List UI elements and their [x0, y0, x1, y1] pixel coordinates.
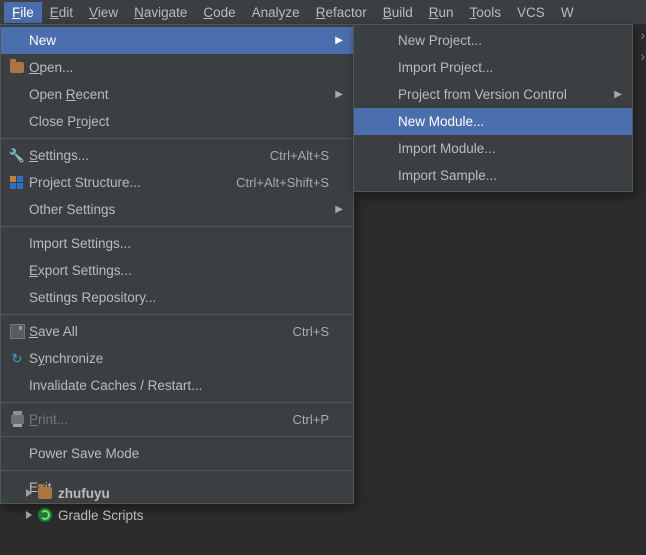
folder-icon — [38, 487, 52, 499]
tree-row-gradle[interactable]: Gradle Scripts — [26, 504, 144, 526]
shortcut-label: Ctrl+Alt+Shift+S — [236, 175, 329, 190]
menubar-item-view[interactable]: View — [81, 2, 126, 23]
file-menu-item-open[interactable]: Open... — [1, 54, 353, 81]
submenu-arrow-icon: ▶ — [329, 89, 343, 100]
new-submenu-item-import-project[interactable]: Import Project... — [354, 54, 632, 81]
shortcut-label: Ctrl+P — [293, 412, 329, 427]
file-menu-item-invalidate-caches-restart[interactable]: Invalidate Caches / Restart... — [1, 372, 353, 399]
menu-item-label: Open... — [29, 60, 329, 75]
shortcut-label: Ctrl+S — [293, 324, 329, 339]
tree-row-zhufuyu[interactable]: zhufuyu — [26, 482, 144, 504]
separator — [1, 226, 353, 227]
menu-item-label: Close Project — [29, 114, 329, 129]
file-menu-dropdown: New▶Open...Open Recent▶Close Project🔧Set… — [0, 24, 354, 504]
menu-item-label: Settings Repository... — [29, 290, 329, 305]
project-tree: zhufuyu Gradle Scripts — [26, 482, 144, 526]
separator — [1, 314, 353, 315]
menubar-item-refactor[interactable]: Refactor — [308, 2, 375, 23]
menubar-item-code[interactable]: Code — [195, 2, 243, 23]
menubar-item-navigate[interactable]: Navigate — [126, 2, 195, 23]
submenu-arrow-icon: ▶ — [329, 204, 343, 215]
menu-item-label: Power Save Mode — [29, 446, 329, 461]
file-menu-item-export-settings[interactable]: Export Settings... — [1, 257, 353, 284]
file-menu-item-power-save-mode[interactable]: Power Save Mode — [1, 440, 353, 467]
new-submenu: New Project... Import Project... Project f… — [353, 24, 633, 192]
new-submenu-item-new-project[interactable]: New Project... — [354, 27, 632, 54]
file-menu-item-new[interactable]: New▶ — [1, 27, 353, 54]
menu-item-label: New Project... — [398, 33, 608, 48]
menubar-item-edit[interactable]: Edit — [42, 2, 81, 23]
app-window: FileEditViewNavigateCodeAnalyzeRefactorB… — [0, 0, 646, 555]
menu-item-label: Settings... — [29, 148, 270, 163]
menubar-item-analyze[interactable]: Analyze — [244, 2, 308, 23]
menu-item-label: Project from Version Control — [398, 87, 608, 102]
submenu-arrow-icon: ▶ — [608, 89, 622, 100]
menubar-item-file[interactable]: File — [4, 2, 42, 23]
separator — [1, 402, 353, 403]
menu-item-label: Import Project... — [398, 60, 608, 75]
separator — [1, 138, 353, 139]
folder-icon — [7, 62, 27, 73]
menubar-item-vcs[interactable]: VCS — [509, 2, 553, 23]
menu-item-label: Import Sample... — [398, 168, 608, 183]
menu-item-label: Import Module... — [398, 141, 608, 156]
file-menu-item-synchronize[interactable]: ↻Synchronize — [1, 345, 353, 372]
disk-icon — [7, 324, 27, 339]
expand-arrow-icon — [26, 511, 32, 519]
submenu-arrow-icon: ▶ — [329, 35, 343, 46]
separator — [1, 436, 353, 437]
file-menu-item-close-project[interactable]: Close Project — [1, 108, 353, 135]
menu-item-label: Save All — [29, 324, 293, 339]
expand-arrow-icon — [26, 489, 32, 497]
separator — [1, 470, 353, 471]
new-submenu-item-import-sample[interactable]: Import Sample... — [354, 162, 632, 189]
new-submenu-item-new-module[interactable]: New Module... — [354, 108, 632, 135]
menubar-item-build[interactable]: Build — [375, 2, 421, 23]
wrench-icon: 🔧 — [7, 149, 27, 162]
sync-icon: ↻ — [7, 352, 27, 365]
file-menu-item-settings[interactable]: 🔧Settings...Ctrl+Alt+S — [1, 142, 353, 169]
file-menu-item-open-recent[interactable]: Open Recent▶ — [1, 81, 353, 108]
tree-label: Gradle Scripts — [58, 508, 144, 523]
menubar-item-w[interactable]: W — [553, 2, 582, 23]
file-menu-item-print: Print...Ctrl+P — [1, 406, 353, 433]
menubar-item-tools[interactable]: Tools — [462, 2, 510, 23]
menu-item-label: Synchronize — [29, 351, 329, 366]
menu-item-label: Project Structure... — [29, 175, 236, 190]
tree-label: zhufuyu — [58, 486, 110, 501]
file-menu-item-import-settings[interactable]: Import Settings... — [1, 230, 353, 257]
menu-item-label: New Module... — [398, 114, 608, 129]
file-menu-item-save-all[interactable]: Save AllCtrl+S — [1, 318, 353, 345]
menu-item-label: Export Settings... — [29, 263, 329, 278]
file-menu-item-settings-repository[interactable]: Settings Repository... — [1, 284, 353, 311]
menubar: FileEditViewNavigateCodeAnalyzeRefactorB… — [0, 0, 646, 25]
menu-item-label: Print... — [29, 412, 293, 427]
menu-item-label: Invalidate Caches / Restart... — [29, 378, 329, 393]
menu-item-label: Other Settings — [29, 202, 329, 217]
new-submenu-item-project-from-version-control[interactable]: Project from Version Control▶ — [354, 81, 632, 108]
scrollbar-hint: › › — [641, 28, 646, 64]
file-menu-item-project-structure[interactable]: Project Structure...Ctrl+Alt+Shift+S — [1, 169, 353, 196]
menu-item-label: New — [29, 33, 329, 48]
new-submenu-item-import-module[interactable]: Import Module... — [354, 135, 632, 162]
menu-item-label: Import Settings... — [29, 236, 329, 251]
file-menu-item-other-settings[interactable]: Other Settings▶ — [1, 196, 353, 223]
menubar-item-run[interactable]: Run — [421, 2, 462, 23]
shortcut-label: Ctrl+Alt+S — [270, 148, 329, 163]
menu-item-label: Open Recent — [29, 87, 329, 102]
struct-icon — [7, 176, 27, 190]
gradle-icon — [38, 508, 52, 522]
print-icon — [7, 415, 27, 424]
